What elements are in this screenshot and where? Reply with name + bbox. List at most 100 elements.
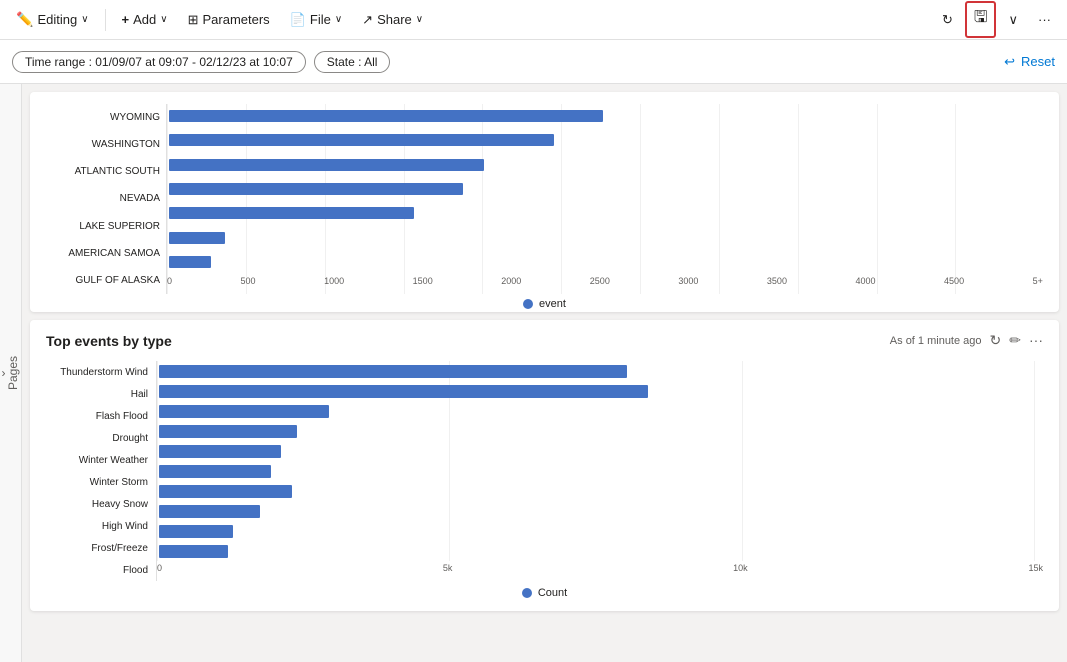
time-range-label: Time range : 01/09/07 at 09:07 - 02/12/2…: [25, 55, 293, 69]
chart-refresh-icon[interactable]: ↻: [990, 332, 1002, 349]
bottom-chart-label: Flash Flood: [46, 411, 148, 422]
grid-line: [325, 104, 326, 294]
toolbar: ✏️ Editing ∨ + Add ∨ ⊞ Parameters 📄 File…: [0, 0, 1067, 40]
x-axis-label: 1500: [413, 276, 433, 294]
bottom-x-axis: 05k10k15k: [157, 563, 1043, 581]
share-label: Share: [377, 12, 412, 27]
editing-button[interactable]: ✏️ Editing ∨: [8, 7, 97, 32]
file-icon: 📄: [290, 12, 306, 28]
chevron-down-icon: ∨: [81, 14, 88, 25]
bottom-chart-label: Winter Weather: [46, 455, 148, 466]
top-chart-label: AMERICAN SAMOA: [46, 248, 160, 259]
save-button[interactable]: 🖫: [965, 1, 997, 38]
top-chart-label: LAKE SUPERIOR: [46, 221, 160, 232]
bottom-chart-label: Drought: [46, 433, 148, 444]
parameters-button[interactable]: ⊞ Parameters: [180, 8, 278, 32]
grid-line: [742, 361, 743, 561]
share-button[interactable]: ↗ Share ∨: [354, 8, 431, 32]
bottom-chart-label: High Wind: [46, 521, 148, 532]
grid-line: [1034, 361, 1035, 561]
bottom-bar: [159, 365, 627, 378]
top-bar: [169, 134, 554, 146]
bottom-bar-chart: Thunderstorm WindHailFlash FloodDroughtW…: [46, 361, 1043, 581]
add-label: Add: [133, 12, 156, 27]
bottom-x-label: 5k: [443, 563, 453, 581]
x-axis-label: 2000: [501, 276, 521, 294]
save-icon: 🖫: [974, 6, 988, 33]
share-icon: ↗: [362, 12, 373, 28]
bottom-x-label: 10k: [733, 563, 748, 581]
bottom-chart-legend: Count: [46, 587, 1043, 599]
chevron-down-icon4: ∨: [416, 14, 423, 25]
state-label: State : All: [327, 55, 378, 69]
undo-icon: ↩: [1004, 54, 1015, 70]
x-axis-label: 3500: [767, 276, 787, 294]
top-bar: [169, 110, 603, 122]
grid-line: [482, 104, 483, 294]
bottom-chart-subtitle: As of 1 minute ago: [890, 335, 982, 347]
bottom-chart-label: Flood: [46, 565, 148, 576]
bottom-bar: [159, 545, 228, 558]
pages-arrow: ›: [2, 366, 6, 380]
grid-line: [561, 104, 562, 294]
grid-line: [798, 104, 799, 294]
add-button[interactable]: + Add ∨: [114, 8, 176, 31]
top-chart-legend: event: [46, 298, 1043, 310]
chevron-down-icon2: ∨: [160, 14, 167, 25]
x-axis-label: 4000: [855, 276, 875, 294]
top-bar: [169, 159, 484, 171]
grid-line: [955, 104, 956, 294]
bottom-bar: [159, 425, 297, 438]
refresh-button[interactable]: ↻: [934, 8, 961, 32]
x-axis-label: 0: [167, 276, 172, 294]
top-bar: [169, 207, 414, 219]
bottom-bar: [159, 485, 292, 498]
bottom-chart-label: Frost/Freeze: [46, 543, 148, 554]
chart-edit-icon[interactable]: ✏: [1009, 332, 1021, 349]
bottom-chart-title: Top events by type: [46, 333, 172, 349]
bottom-bar: [159, 405, 329, 418]
top-chart-panel: WYOMINGWASHINGTONATLANTIC SOUTHNEVADALAK…: [30, 92, 1059, 312]
grid-line: [719, 104, 720, 294]
top-chart-label: WASHINGTON: [46, 139, 160, 150]
bottom-chart-header: Top events by type As of 1 minute ago ↻ …: [46, 332, 1043, 349]
divider: [105, 9, 106, 31]
chart-header-icons: ↻ ✏ ···: [990, 332, 1043, 349]
x-axis-label: 1000: [324, 276, 344, 294]
parameters-icon: ⊞: [188, 12, 199, 28]
x-axis-label: 3000: [678, 276, 698, 294]
top-chart-label: WYOMING: [46, 112, 160, 123]
legend-dot: [523, 299, 533, 309]
pages-label: Pages: [6, 356, 20, 390]
chart-more-icon[interactable]: ···: [1029, 332, 1043, 349]
bottom-bar: [159, 525, 233, 538]
pages-sidebar[interactable]: › Pages: [0, 84, 22, 662]
bottom-chart-label: Thunderstorm Wind: [46, 367, 148, 378]
chevron-down-icon5: ∨: [1008, 12, 1018, 28]
pencil-icon: ✏️: [16, 11, 33, 28]
grid-line: [167, 104, 168, 294]
grid-line: [640, 104, 641, 294]
x-axis-label: 4500: [944, 276, 964, 294]
chevron-button[interactable]: ∨: [1000, 8, 1026, 32]
bottom-chart-panel: Top events by type As of 1 minute ago ↻ …: [30, 320, 1059, 611]
bottom-chart-label: Winter Storm: [46, 477, 148, 488]
bottom-bar: [159, 445, 281, 458]
top-bar: [169, 232, 225, 244]
chevron-down-icon3: ∨: [335, 14, 342, 25]
top-chart-label: GULF OF ALASKA: [46, 275, 160, 286]
state-filter[interactable]: State : All: [314, 51, 391, 73]
grid-line: [877, 104, 878, 294]
x-axis-label: 500: [241, 276, 256, 294]
grid-line: [157, 361, 158, 561]
plus-icon: +: [122, 12, 130, 27]
top-chart-bars-area: 0500100015002000250030003500400045005+: [166, 104, 1043, 294]
bottom-chart-label: Heavy Snow: [46, 499, 148, 510]
time-range-filter[interactable]: Time range : 01/09/07 at 09:07 - 02/12/2…: [12, 51, 306, 73]
reset-area[interactable]: ↩ Reset: [1004, 54, 1055, 70]
top-bar: [169, 256, 211, 268]
more-options-button[interactable]: ···: [1030, 8, 1059, 31]
refresh-icon: ↻: [942, 12, 953, 28]
file-button[interactable]: 📄 File ∨: [282, 8, 350, 32]
parameters-label: Parameters: [202, 12, 269, 27]
